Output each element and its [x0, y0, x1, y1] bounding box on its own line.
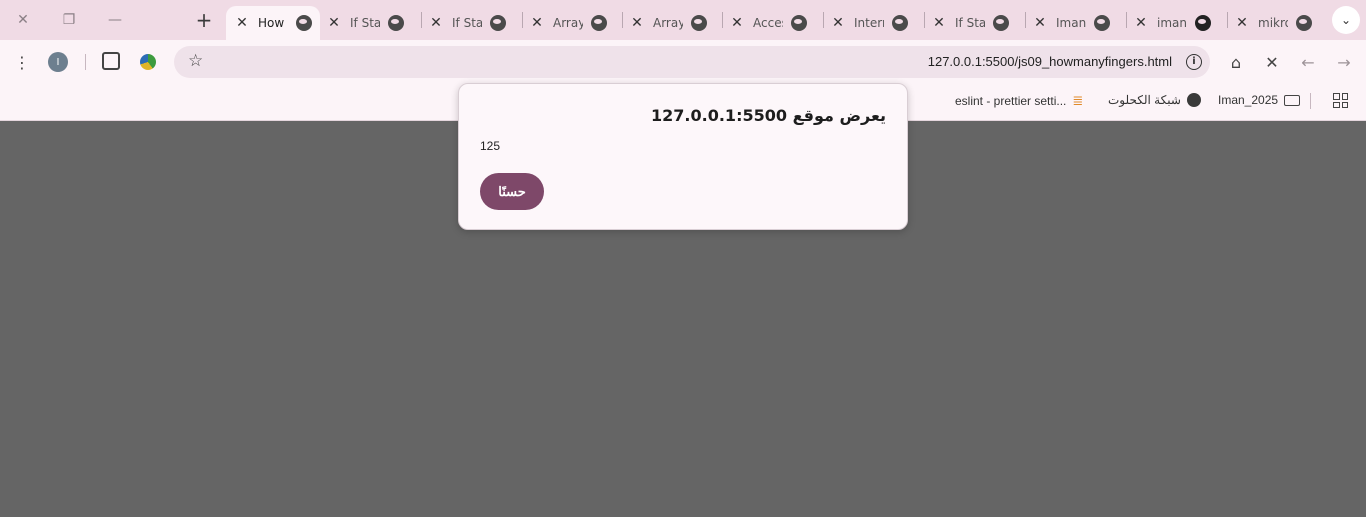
stackoverflow-icon: ≣	[1072, 93, 1084, 108]
tab-6[interactable]: ✕ Intern	[830, 6, 908, 40]
bookmark-label: شبكة الكحلوت	[1108, 93, 1181, 107]
tab-title: Array	[553, 16, 583, 30]
close-icon: ✕	[17, 12, 29, 28]
globe-icon	[1094, 15, 1110, 31]
tab-8[interactable]: ✕ Iman	[1032, 6, 1110, 40]
tab-10[interactable]: ✕ mikro	[1234, 6, 1312, 40]
tab-5[interactable]: ✕ Acces	[729, 6, 807, 40]
tab-2[interactable]: ✕ If Stat	[428, 6, 506, 40]
tab-close-icon[interactable]: ✕	[629, 15, 645, 31]
tab-separator	[1126, 12, 1127, 28]
dialog-message: 125	[480, 139, 501, 153]
bookmark-folder-iman[interactable]: Iman_2025	[1218, 93, 1301, 107]
forward-button[interactable]: →	[1330, 48, 1358, 76]
chevron-down-icon: ⌄	[1340, 13, 1352, 27]
new-tab-button[interactable]: +	[190, 7, 218, 33]
tab-close-icon[interactable]: ✕	[428, 15, 444, 31]
tab-title: How	[258, 16, 285, 30]
minimize-icon: —	[108, 12, 122, 28]
tab-4[interactable]: ✕ Array	[629, 6, 707, 40]
tab-close-icon[interactable]: ✕	[529, 15, 545, 31]
alert-dialog: يعرض موقع 127.0.0.1:5500 125 حسنًا	[458, 83, 908, 230]
minimize-window-button[interactable]: —	[92, 0, 138, 40]
tab-strip: ✕ ❐ — + ✕ How ✕ If Stat ✕ If Stat ✕ Arra…	[0, 0, 1366, 40]
tab-close-icon[interactable]: ✕	[1133, 15, 1149, 31]
tab-separator	[1025, 12, 1026, 28]
stop-button[interactable]: ✕	[1258, 48, 1286, 76]
dialog-title: يعرض موقع 127.0.0.1:5500	[651, 106, 886, 125]
folder-icon	[1284, 94, 1301, 106]
tab-close-icon[interactable]: ✕	[729, 15, 745, 31]
apps-grid-icon[interactable]	[1333, 93, 1348, 108]
profile-avatar[interactable]: I	[48, 52, 68, 72]
close-icon: ✕	[1265, 52, 1279, 72]
home-icon: ⌂	[1230, 52, 1242, 72]
extensions-icon[interactable]	[102, 52, 120, 70]
tab-search-button[interactable]: ⌄	[1332, 6, 1360, 34]
tab-9[interactable]: ✕ iman	[1133, 6, 1211, 40]
tab-title: mikro	[1258, 16, 1288, 30]
tab-close-icon[interactable]: ✕	[1234, 15, 1250, 31]
globe-icon	[591, 15, 607, 31]
tab-close-icon[interactable]: ✕	[1032, 15, 1048, 31]
tab-title: iman	[1157, 16, 1187, 30]
loading-icon	[296, 15, 312, 31]
bookmark-label: eslint - prettier setti...	[955, 94, 1067, 108]
tab-3[interactable]: ✕ Array	[529, 6, 607, 40]
tab-title: If Stat	[955, 16, 985, 30]
tab-separator	[722, 12, 723, 28]
tab-separator	[522, 12, 523, 28]
close-window-button[interactable]: ✕	[0, 0, 46, 40]
menu-button[interactable]: ⋮	[8, 48, 36, 76]
url-text[interactable]: 127.0.0.1:5500/js09_howmanyfingers.html	[928, 54, 1172, 69]
globe-icon	[490, 15, 506, 31]
github-icon	[1195, 15, 1211, 31]
bookmark-kahlout[interactable]: شبكة الكحلوت	[1108, 93, 1201, 107]
globe-icon	[892, 15, 908, 31]
info-icon[interactable]: i	[1186, 54, 1202, 70]
extension-globe-icon[interactable]	[140, 54, 156, 70]
globe-icon	[1186, 93, 1201, 107]
tab-title: If Stat	[350, 16, 380, 30]
toolbar: ⋮ I ☆ 127.0.0.1:5500/js09_howmanyfingers…	[0, 40, 1366, 84]
globe-icon	[791, 15, 807, 31]
tab-close-icon[interactable]: ✕	[931, 15, 947, 31]
bookmarks-separator	[1310, 93, 1311, 109]
tab-close-icon[interactable]: ✕	[830, 15, 846, 31]
tab-separator	[622, 12, 623, 28]
plus-icon: +	[195, 8, 213, 32]
bookmark-eslint[interactable]: eslint - prettier setti... ≣	[955, 93, 1083, 109]
arrow-right-icon: →	[1337, 52, 1351, 72]
globe-icon	[691, 15, 707, 31]
tab-separator	[1227, 12, 1228, 28]
arrow-left-icon: ←	[1301, 52, 1315, 72]
home-button[interactable]: ⌂	[1222, 48, 1250, 76]
tab-separator	[421, 12, 422, 28]
tab-close-icon[interactable]: ✕	[234, 15, 250, 31]
tab-7[interactable]: ✕ If Stat	[931, 6, 1009, 40]
globe-icon	[388, 15, 404, 31]
tab-title: Acces	[753, 16, 783, 30]
tab-1[interactable]: ✕ If Stat	[326, 6, 404, 40]
tab-separator	[823, 12, 824, 28]
back-button[interactable]: ←	[1294, 48, 1322, 76]
globe-icon	[993, 15, 1009, 31]
tab-close-icon[interactable]: ✕	[326, 15, 342, 31]
tab-title: Array	[653, 16, 683, 30]
tab-title: Iman	[1056, 16, 1086, 30]
restore-icon: ❐	[62, 12, 76, 28]
globe-icon	[1296, 15, 1312, 31]
tab-title: If Stat	[452, 16, 482, 30]
tab-title: Intern	[854, 16, 884, 30]
bookmark-label: Iman_2025	[1218, 93, 1279, 107]
address-bar[interactable]: ☆ 127.0.0.1:5500/js09_howmanyfingers.htm…	[174, 46, 1210, 78]
tab-0[interactable]: ✕ How	[226, 6, 320, 40]
restore-window-button[interactable]: ❐	[46, 0, 92, 40]
ok-button[interactable]: حسنًا	[480, 173, 544, 210]
toolbar-separator	[85, 54, 86, 70]
tab-separator	[924, 12, 925, 28]
more-vert-icon: ⋮	[14, 52, 30, 72]
star-icon[interactable]: ☆	[188, 51, 203, 71]
